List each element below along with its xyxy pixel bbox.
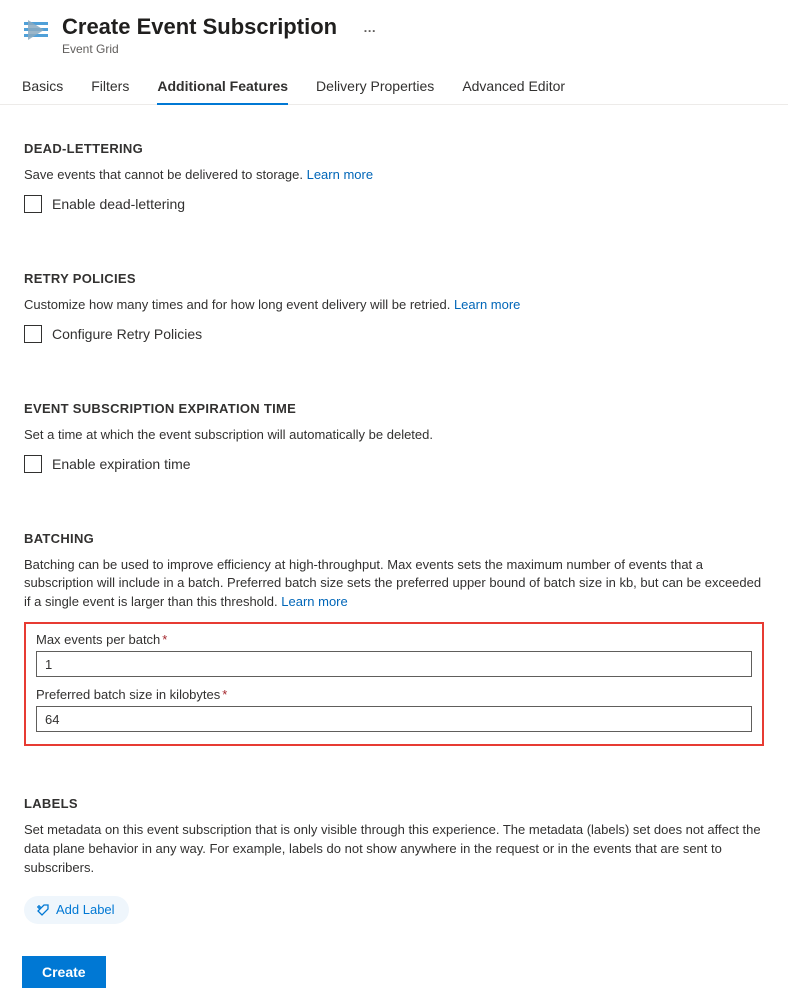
configure-retry-checkbox[interactable] xyxy=(24,325,42,343)
max-events-label: Max events per batch xyxy=(36,632,160,647)
tab-advanced-editor[interactable]: Advanced Editor xyxy=(462,78,565,104)
section-dead-lettering: DEAD-LETTERING Save events that cannot b… xyxy=(24,141,764,213)
tab-bar: Basics Filters Additional Features Deliv… xyxy=(0,64,788,105)
add-label-button[interactable]: Add Label xyxy=(24,896,129,924)
checkbox-label: Configure Retry Policies xyxy=(52,326,202,342)
section-title: LABELS xyxy=(24,796,764,811)
tab-additional-features[interactable]: Additional Features xyxy=(157,78,288,104)
create-button[interactable]: Create xyxy=(22,956,106,988)
section-desc: Customize how many times and for how lon… xyxy=(24,297,450,312)
checkbox-label: Enable dead-lettering xyxy=(52,196,185,212)
event-grid-icon xyxy=(22,16,50,44)
footer: Create xyxy=(0,936,788,1004)
add-label-text: Add Label xyxy=(56,902,115,917)
section-desc: Set metadata on this event subscription … xyxy=(24,821,764,878)
section-desc: Set a time at which the event subscripti… xyxy=(24,426,764,445)
section-retry-policies: RETRY POLICIES Customize how many times … xyxy=(24,271,764,343)
tab-basics[interactable]: Basics xyxy=(22,78,63,104)
more-icon[interactable]: … xyxy=(363,20,377,35)
section-title: DEAD-LETTERING xyxy=(24,141,764,156)
learn-more-link[interactable]: Learn more xyxy=(307,167,373,182)
batch-size-label: Preferred batch size in kilobytes xyxy=(36,687,220,702)
section-batching: BATCHING Batching can be used to improve… xyxy=(24,531,764,747)
section-labels: LABELS Set metadata on this event subscr… xyxy=(24,796,764,924)
tag-plus-icon xyxy=(34,902,50,918)
page-subtitle: Event Grid xyxy=(62,42,766,56)
section-desc: Save events that cannot be delivered to … xyxy=(24,167,303,182)
tab-delivery-properties[interactable]: Delivery Properties xyxy=(316,78,434,104)
page-header: Create Event Subscription … Event Grid xyxy=(0,0,788,64)
batch-size-input[interactable] xyxy=(36,706,752,732)
learn-more-link[interactable]: Learn more xyxy=(454,297,520,312)
checkbox-label: Enable expiration time xyxy=(52,456,191,472)
batching-highlight-box: Max events per batch* Preferred batch si… xyxy=(24,622,764,746)
max-events-input[interactable] xyxy=(36,651,752,677)
learn-more-link[interactable]: Learn more xyxy=(281,594,347,609)
page-title: Create Event Subscription xyxy=(62,14,337,40)
enable-expiration-checkbox[interactable] xyxy=(24,455,42,473)
section-desc: Batching can be used to improve efficien… xyxy=(24,557,761,610)
section-expiration: EVENT SUBSCRIPTION EXPIRATION TIME Set a… xyxy=(24,401,764,473)
required-asterisk: * xyxy=(222,687,227,702)
required-asterisk: * xyxy=(162,632,167,647)
section-title: BATCHING xyxy=(24,531,764,546)
section-title: EVENT SUBSCRIPTION EXPIRATION TIME xyxy=(24,401,764,416)
section-title: RETRY POLICIES xyxy=(24,271,764,286)
tab-filters[interactable]: Filters xyxy=(91,78,129,104)
enable-dead-lettering-checkbox[interactable] xyxy=(24,195,42,213)
